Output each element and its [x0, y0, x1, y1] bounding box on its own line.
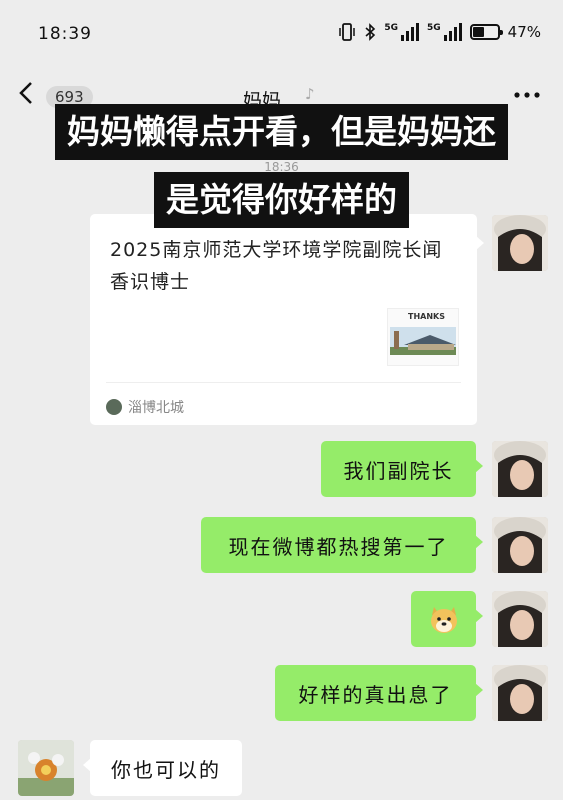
user-avatar-icon [492, 215, 548, 271]
status-icons: 5G 5G 47% [338, 22, 541, 42]
chat-header: 693 妈妈 ♪ [0, 72, 563, 120]
message-bubble-sent[interactable] [411, 591, 483, 647]
avatar[interactable] [492, 665, 548, 721]
chevron-left-icon [19, 82, 32, 104]
message-bubble-received[interactable]: 你也可以的 [83, 740, 242, 796]
vibrate-icon [339, 23, 356, 41]
card-divider [106, 382, 461, 383]
message-bubble-sent[interactable]: 好样的真出息了 [275, 665, 483, 721]
message-timestamp: 18:36 [264, 160, 299, 174]
doge-emoji-icon [430, 607, 457, 633]
back-button[interactable] [18, 80, 34, 113]
avatar[interactable] [492, 215, 548, 271]
message-bubble-sent[interactable]: 现在微博都热搜第一了 [201, 517, 483, 573]
avatar[interactable] [492, 441, 548, 497]
link-card-title: 2025南京师范大学环境学院副院长闻香识博士 [110, 239, 443, 293]
source-avatar-icon [106, 399, 122, 415]
shared-link-card[interactable]: 2025南京师范大学环境学院副院长闻香识博士 THANKS 淄博北城 [90, 214, 484, 425]
bluetooth-icon [365, 23, 376, 41]
avatar[interactable] [492, 591, 548, 647]
user-avatar-icon [492, 665, 548, 721]
user-avatar-icon [492, 591, 548, 647]
more-button[interactable] [513, 78, 541, 106]
link-card-source: 淄博北城 [106, 397, 184, 417]
avatar[interactable] [18, 740, 74, 796]
message-bubble-sent[interactable]: 我们副院长 [321, 441, 483, 497]
signal-1-icon: 5G [384, 23, 419, 41]
avatar[interactable] [492, 517, 548, 573]
battery-percent: 47% [507, 23, 541, 41]
status-time: 18:39 [38, 24, 92, 44]
chat-title: 妈妈 [243, 90, 282, 112]
building-icon [390, 327, 456, 355]
more-dots-icon [514, 92, 540, 98]
signal-2-icon: 5G [427, 23, 462, 41]
unread-count-badge[interactable]: 693 [46, 86, 93, 108]
flower-avatar-icon [18, 740, 74, 796]
user-avatar-icon [492, 441, 548, 497]
battery-icon [469, 24, 503, 40]
mute-icon: ♪ [305, 85, 315, 103]
status-bar: 18:39 5G 5G 47% [0, 0, 563, 64]
link-card-thumbnail: THANKS [387, 308, 459, 366]
user-avatar-icon [492, 517, 548, 573]
